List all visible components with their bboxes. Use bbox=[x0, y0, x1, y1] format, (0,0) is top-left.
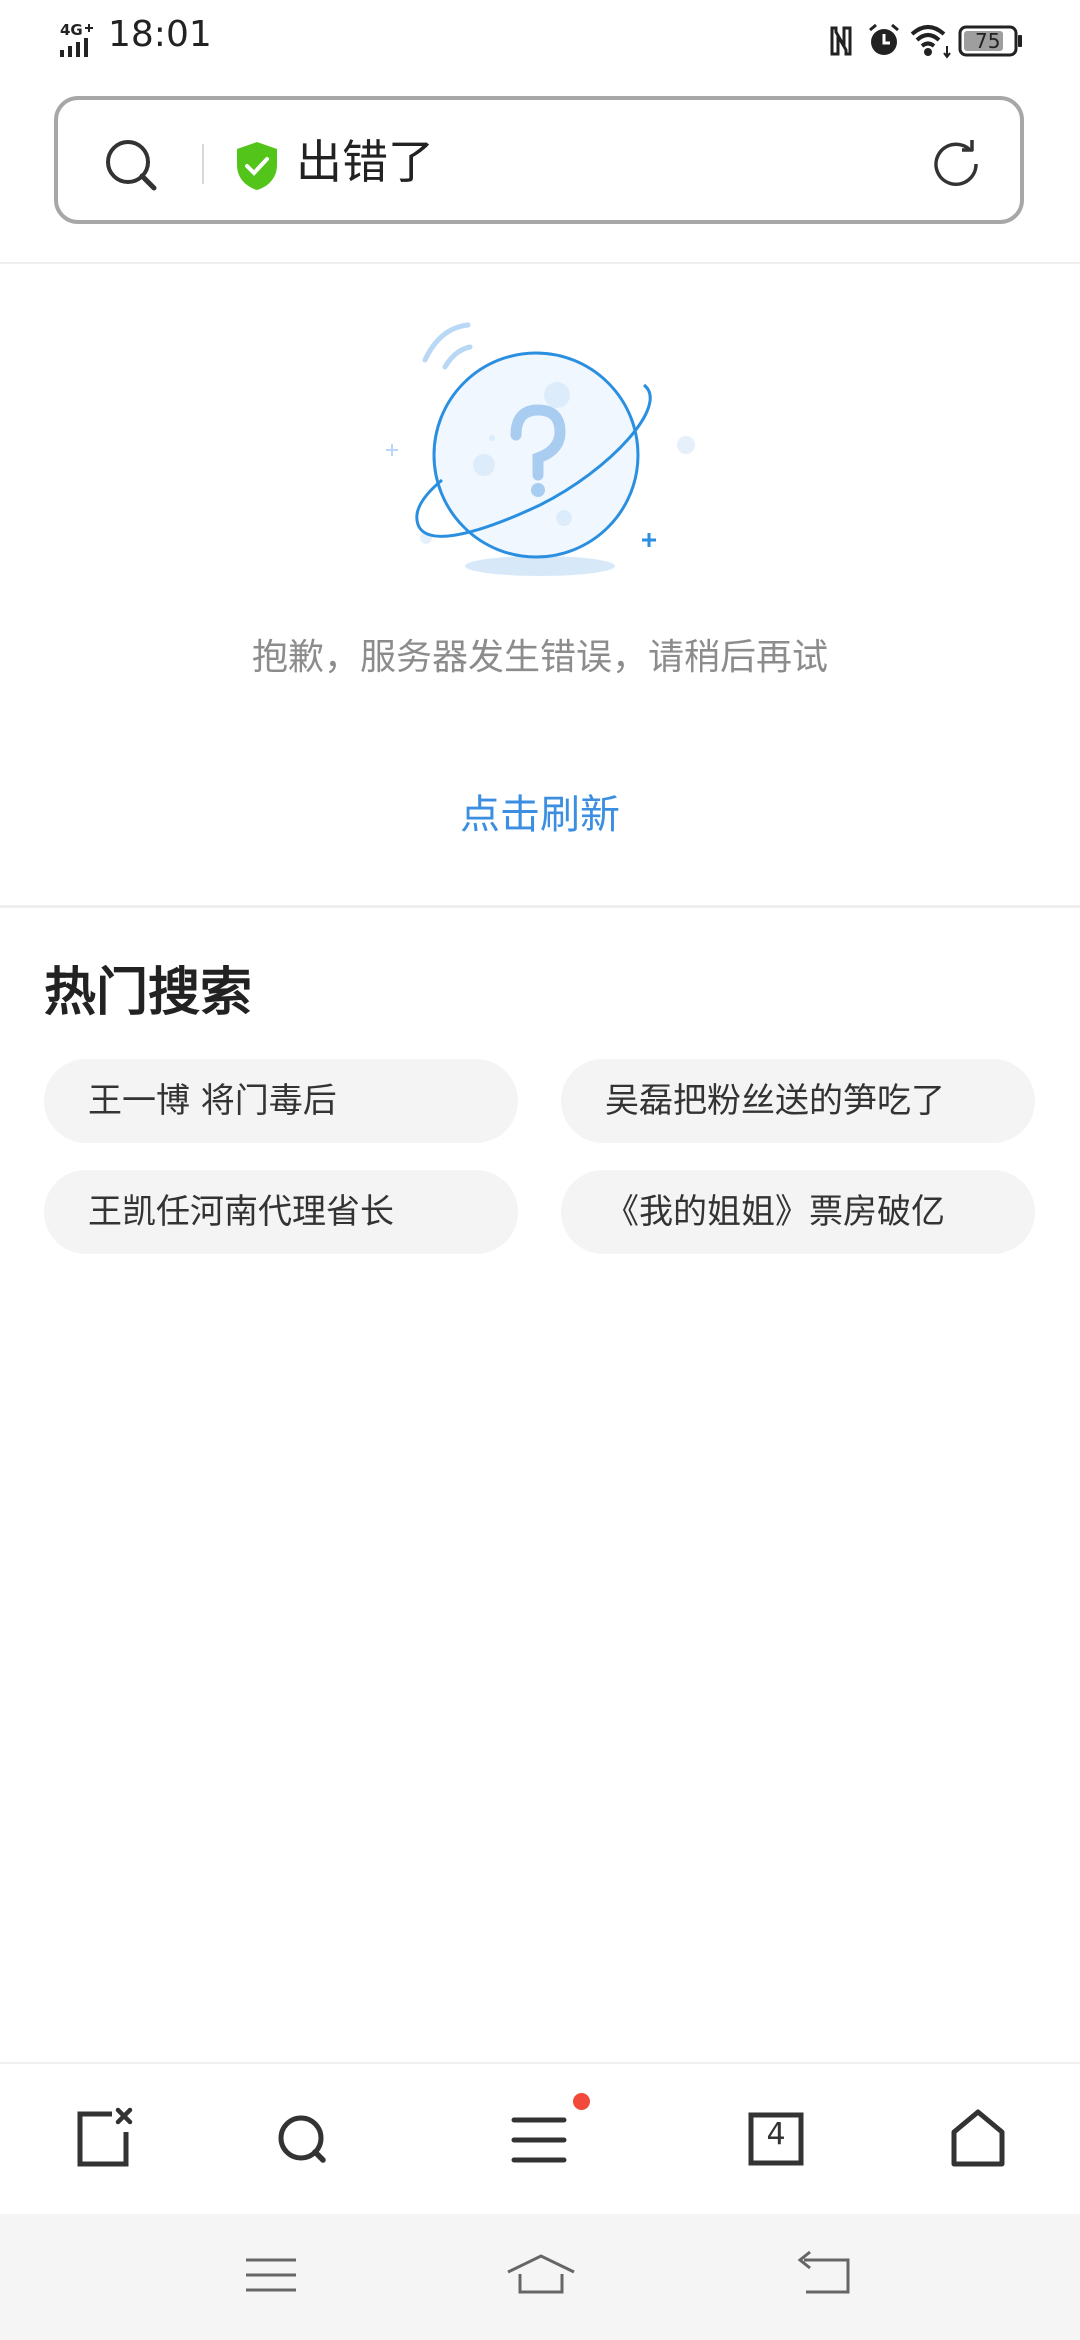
notification-badge bbox=[573, 2093, 590, 2110]
wifi-icon bbox=[910, 25, 951, 59]
page-title[interactable]: 出错了 bbox=[296, 134, 434, 190]
svg-text:75: 75 bbox=[975, 29, 1000, 53]
home-icon[interactable] bbox=[496, 2240, 586, 2310]
close-page-icon[interactable] bbox=[50, 2090, 150, 2190]
hot-search-chip[interactable]: 王凯任河南代理省长 bbox=[44, 1170, 518, 1254]
svg-text:4G: 4G bbox=[60, 21, 83, 39]
address-bar[interactable]: 出错了 bbox=[54, 96, 1024, 224]
search-icon[interactable] bbox=[102, 136, 162, 196]
error-message: 抱歉，服务器发生错误，请稍后再试 bbox=[251, 637, 828, 678]
battery-icon: 75 bbox=[958, 25, 1022, 57]
status-time: 18:01 bbox=[108, 14, 212, 55]
hot-search-chip[interactable]: 《我的姐姐》票房破亿 bbox=[561, 1170, 1035, 1254]
alarm-icon bbox=[869, 23, 899, 55]
hot-search-chip[interactable]: 王一博 将门毒后 bbox=[44, 1059, 518, 1143]
home-icon[interactable] bbox=[928, 2090, 1028, 2190]
address-divider bbox=[202, 144, 204, 184]
section-divider bbox=[0, 905, 1080, 908]
hot-search-title: 热门搜索 bbox=[44, 963, 253, 1023]
menu-icon[interactable] bbox=[226, 2240, 316, 2310]
nfc-icon bbox=[830, 26, 852, 56]
error-planet-illustration bbox=[386, 322, 695, 576]
tabs-button[interactable]: 4 bbox=[726, 2090, 826, 2190]
status-bar: 4G 18:01 75 bbox=[0, 0, 1080, 80]
tab-count: 4 bbox=[766, 2117, 786, 2152]
divider bbox=[0, 262, 1080, 264]
hot-search-chip[interactable]: 吴磊把粉丝送的笋吃了 bbox=[561, 1059, 1035, 1143]
shield-check-icon bbox=[237, 142, 277, 190]
toolbar-divider bbox=[0, 2062, 1080, 2064]
signal-icon: 4G bbox=[60, 21, 93, 57]
reload-icon[interactable] bbox=[926, 134, 986, 194]
search-icon[interactable] bbox=[253, 2090, 353, 2190]
refresh-link[interactable]: 点击刷新 bbox=[0, 782, 1080, 840]
back-icon[interactable] bbox=[780, 2240, 870, 2310]
